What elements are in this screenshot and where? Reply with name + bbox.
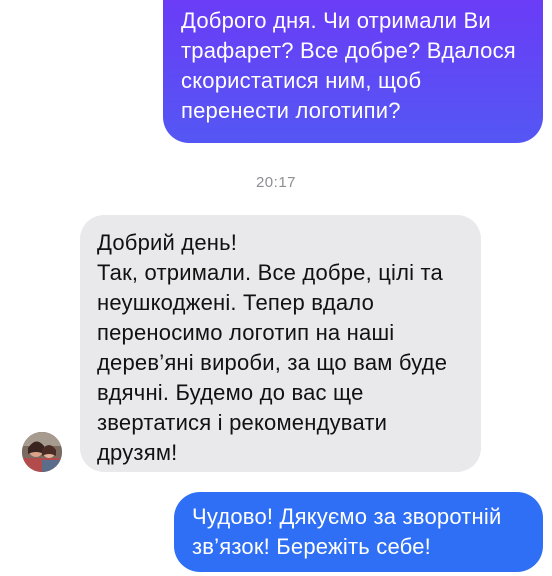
incoming-message-bubble[interactable]: Добрий день! Так, отримали. Все добре, ц… — [80, 215, 481, 472]
avatar-photo — [22, 432, 62, 472]
contact-avatar-icon[interactable] — [22, 432, 62, 472]
message-timestamp: 20:17 — [255, 174, 297, 191]
outgoing-message-bubble[interactable]: Чудово! Дякуємо за зворотній зв’язок! Бе… — [174, 492, 543, 572]
outgoing-message-bubble[interactable]: Доброго дня. Чи отримали Ви трафарет? Вс… — [163, 0, 543, 143]
